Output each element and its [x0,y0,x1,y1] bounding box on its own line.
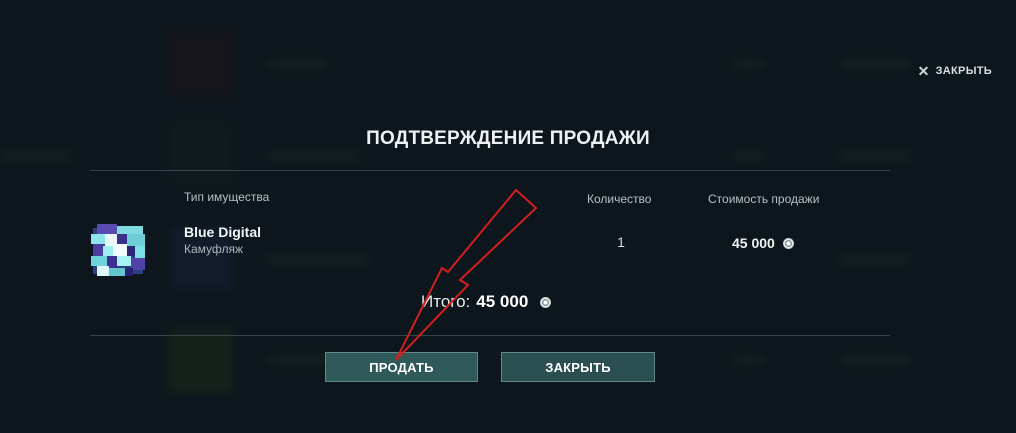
close-button[interactable]: ЗАКРЫТЬ [501,352,655,382]
total-value: 45 000 [476,292,529,311]
silver-coin-icon [540,296,552,308]
item-price-value: 45 000 [732,235,775,251]
sell-button[interactable]: ПРОДАТЬ [325,352,478,382]
item-quantity: 1 [617,234,625,250]
column-header-type: Тип имущества [184,190,270,204]
column-header-price: Стоимость продажи [708,192,820,206]
column-header-quantity: Количество [587,192,652,206]
total-row: Итого: 45 000 [421,292,552,312]
divider [90,335,890,336]
item-name: Blue Digital [184,224,262,240]
dialog-title: ПОДТВЕРЖДЕНИЕ ПРОДАЖИ [366,128,650,149]
total-label: Итого: [421,292,471,311]
item-type: Камуфляж [184,242,244,256]
camouflage-pixel-icon [89,220,149,280]
divider [90,170,890,171]
close-dialog-link[interactable]: ✕ ЗАКРЫТЬ [918,64,992,78]
item-price: 45 000 [732,235,794,251]
silver-coin-icon [782,237,794,249]
close-dialog-label: ЗАКРЫТЬ [935,65,992,77]
close-icon: ✕ [917,63,930,79]
